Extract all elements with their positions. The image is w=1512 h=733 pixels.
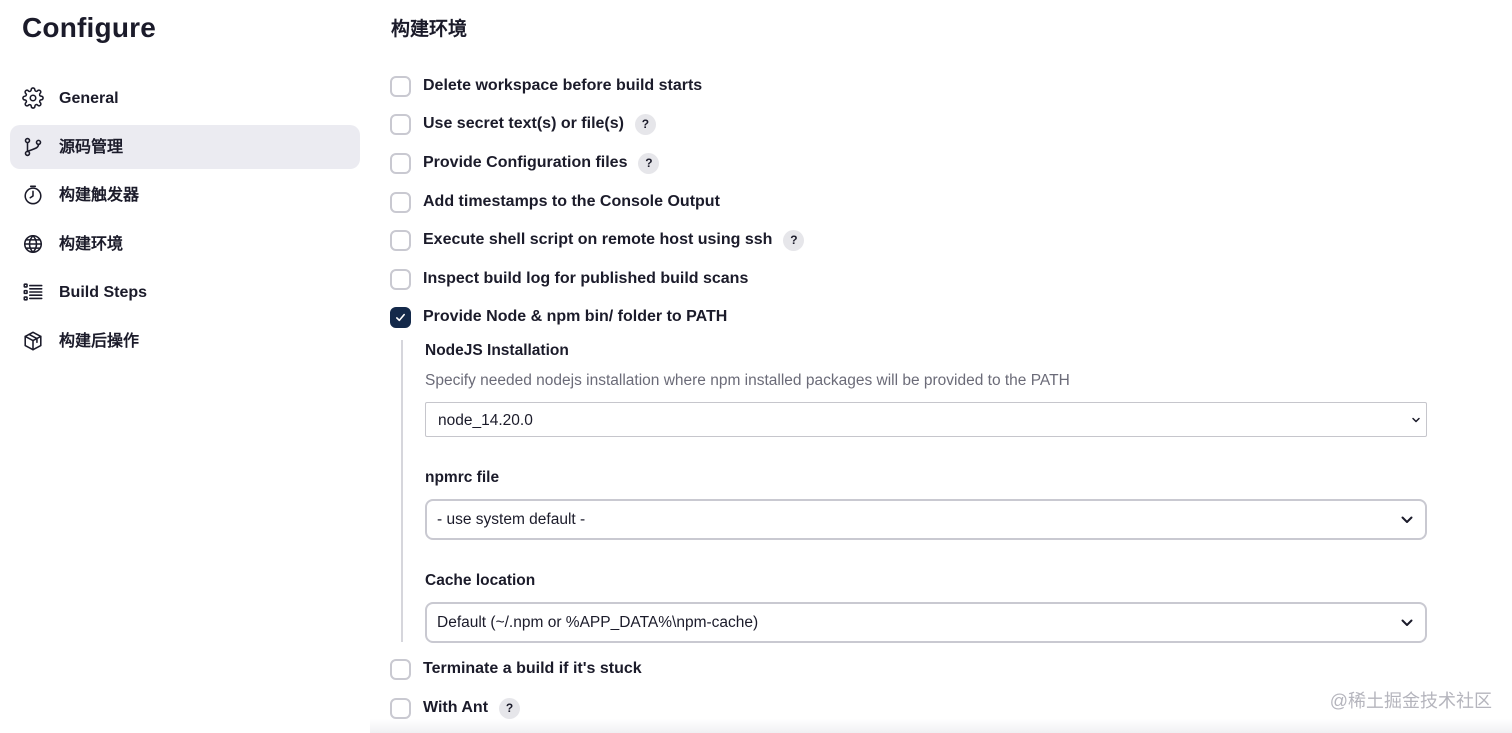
checkbox-checked[interactable] bbox=[390, 306, 411, 328]
bottom-fade bbox=[370, 719, 1512, 733]
option-label[interactable]: Terminate a build if it's stuck bbox=[423, 659, 642, 679]
sidebar-item-label: 构建环境 bbox=[59, 235, 124, 253]
sidebar-nav: General 源码管理 构建触发器 构建环境 Build Steps 构建后操… bbox=[10, 76, 360, 367]
npmrc-file-select[interactable]: - use system default - bbox=[425, 499, 1427, 540]
nodejs-installation-select[interactable]: node_14.20.0 bbox=[425, 402, 1427, 437]
checkbox[interactable] bbox=[390, 113, 411, 135]
sidebar-item-label: 源码管理 bbox=[59, 138, 124, 156]
sidebar-item-build-triggers[interactable]: 构建触发器 bbox=[10, 173, 360, 217]
chevron-down-icon bbox=[1412, 417, 1420, 423]
option-label[interactable]: Provide Configuration files bbox=[423, 153, 627, 173]
chevron-down-icon bbox=[1401, 516, 1413, 523]
checkbox[interactable] bbox=[390, 229, 411, 251]
checkbox[interactable] bbox=[390, 697, 411, 719]
option-label[interactable]: Provide Node & npm bin/ folder to PATH bbox=[423, 307, 727, 327]
chevron-down-icon bbox=[1401, 619, 1413, 626]
sidebar-item-build-environment[interactable]: 构建环境 bbox=[10, 222, 360, 266]
option-execute-ssh: Execute shell script on remote host usin… bbox=[390, 227, 805, 253]
option-terminate-stuck: Terminate a build if it's stuck bbox=[390, 656, 642, 682]
help-icon[interactable]: ? bbox=[499, 697, 521, 719]
sidebar-item-label: 构建触发器 bbox=[59, 187, 140, 204]
select-value: Default (~/.npm or %APP_DATA%\npm-cache) bbox=[437, 614, 759, 631]
gear-icon bbox=[22, 87, 44, 109]
nodejs-installation-description: Specify needed nodejs installation where… bbox=[425, 372, 1070, 389]
cache-location-label: Cache location bbox=[425, 572, 536, 589]
option-label[interactable]: Inspect build log for published build sc… bbox=[423, 269, 748, 289]
option-provide-config-files: Provide Configuration files ? bbox=[390, 150, 660, 176]
help-icon[interactable]: ? bbox=[634, 113, 656, 135]
watermark: @稀土掘金技术社区 bbox=[1329, 691, 1492, 711]
option-use-secret: Use secret text(s) or file(s) ? bbox=[390, 111, 656, 137]
sidebar-item-source-control[interactable]: 源码管理 bbox=[10, 124, 360, 169]
list-icon bbox=[22, 281, 44, 303]
sidebar-item-label: General bbox=[59, 90, 119, 107]
checkbox[interactable] bbox=[390, 191, 411, 213]
option-inspect-build-log: Inspect build log for published build sc… bbox=[390, 266, 748, 292]
option-add-timestamps: Add timestamps to the Console Output bbox=[390, 189, 720, 215]
option-label[interactable]: Use secret text(s) or file(s) bbox=[423, 114, 624, 134]
option-label[interactable]: Execute shell script on remote host usin… bbox=[423, 230, 772, 250]
sidebar-item-general[interactable]: General bbox=[10, 76, 360, 120]
option-label[interactable]: Add timestamps to the Console Output bbox=[423, 192, 720, 212]
help-icon[interactable]: ? bbox=[638, 152, 660, 174]
cache-location-select[interactable]: Default (~/.npm or %APP_DATA%\npm-cache) bbox=[425, 602, 1427, 643]
option-label[interactable]: Delete workspace before build starts bbox=[423, 76, 702, 96]
nodejs-installation-label: NodeJS Installation bbox=[425, 342, 569, 359]
checkbox[interactable] bbox=[390, 152, 411, 174]
help-icon[interactable]: ? bbox=[783, 229, 805, 251]
select-value: - use system default - bbox=[437, 511, 586, 528]
sidebar-item-label: Build Steps bbox=[59, 284, 148, 301]
select-value: node_14.20.0 bbox=[438, 412, 533, 429]
page-title: Configure bbox=[22, 12, 157, 43]
option-label[interactable]: With Ant bbox=[423, 698, 488, 718]
checkmark-icon bbox=[396, 313, 405, 321]
sidebar-item-post-build[interactable]: 构建后操作 bbox=[10, 319, 360, 363]
option-delete-workspace: Delete workspace before build starts bbox=[390, 73, 702, 99]
option-with-ant: With Ant ? bbox=[390, 695, 521, 721]
sidebar-item-label: 构建后操作 bbox=[59, 332, 140, 350]
package-icon bbox=[22, 330, 44, 352]
npmrc-file-label: npmrc file bbox=[425, 469, 500, 486]
section-title: 构建环境 bbox=[391, 19, 468, 40]
option-provide-node: Provide Node & npm bin/ folder to PATH bbox=[390, 304, 727, 330]
checkbox[interactable] bbox=[390, 268, 411, 290]
checkbox[interactable] bbox=[390, 658, 411, 680]
branch-icon bbox=[22, 136, 44, 158]
configure-page: Configure General 源码管理 构建触发器 构建环境 Build … bbox=[0, 0, 1512, 733]
sidebar-item-build-steps[interactable]: Build Steps bbox=[10, 270, 360, 314]
timer-icon bbox=[22, 184, 44, 206]
globe-icon bbox=[22, 233, 44, 255]
nested-indent-bar bbox=[401, 340, 403, 642]
checkbox[interactable] bbox=[390, 75, 411, 97]
